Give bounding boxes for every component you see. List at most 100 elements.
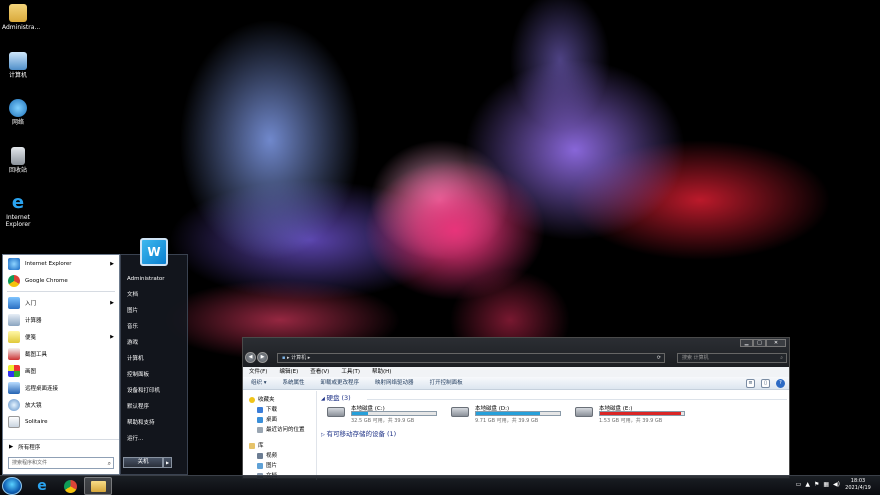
system-drive-icon <box>327 407 345 417</box>
group-title: 有可移动存储的设备 (1) <box>326 430 397 438</box>
forward-button[interactable]: ▶ <box>257 352 268 363</box>
desktop-icon-user-folder[interactable]: Administra... <box>2 4 40 31</box>
start-right-computer[interactable]: 计算机 <box>121 351 187 367</box>
drive-c[interactable]: 本地磁盘 (C:) 32.5 GB 可用，共 39.9 GB <box>327 404 443 426</box>
drive-e[interactable]: 本地磁盘 (E:) 1.53 GB 可用，共 39.9 GB <box>575 404 691 426</box>
submenu-arrow-icon: ▶ <box>110 299 114 306</box>
desktop-icon-internet-explorer[interactable]: e Internet Explorer <box>2 194 34 229</box>
start-right-control-panel[interactable]: 控制面板 <box>121 367 187 383</box>
drive-d[interactable]: 本地磁盘 (D:) 9.71 GB 可用，共 39.9 GB <box>451 404 567 426</box>
shutdown-options-button[interactable]: ▶ <box>163 457 172 468</box>
keyboard-icon[interactable]: ▭ <box>796 481 802 488</box>
nav-desktop[interactable]: 桌面 <box>243 415 316 425</box>
menu-file[interactable]: 文件(F) <box>243 367 273 377</box>
volume-icon[interactable]: ◀) <box>833 481 840 488</box>
magnifier-icon <box>8 398 20 411</box>
start-right-default-programs[interactable]: 默认程序 <box>121 399 187 415</box>
remote-desktop-icon <box>8 381 20 394</box>
start-right-user[interactable]: Administrator <box>121 271 187 287</box>
start-item-internet-explorer[interactable]: Internet Explorer ▶ <box>3 255 119 272</box>
map-network-drive-button[interactable]: 映射网络驱动器 <box>367 377 422 389</box>
start-right-devices-printers[interactable]: 设备和打印机 <box>121 383 187 399</box>
menu-edit[interactable]: 编辑(E) <box>273 367 304 377</box>
explorer-search-input[interactable]: 搜索 计算机 ⌕ <box>677 353 787 363</box>
close-button[interactable]: ✕ <box>766 339 786 347</box>
clock-date: 2021/4/19 <box>845 485 871 491</box>
start-item-label: 画图 <box>25 368 37 375</box>
desktop-icon-network[interactable]: 网络 <box>2 99 34 126</box>
address-bar[interactable]: ▪ ▸ 计算机 ▸ ⟳ <box>277 353 665 363</box>
start-right-music[interactable]: 音乐 <box>121 319 187 335</box>
preview-pane-icon[interactable]: ▯ <box>761 379 770 388</box>
user-avatar[interactable]: W <box>140 238 168 266</box>
start-item-google-chrome[interactable]: Google Chrome <box>3 272 119 289</box>
open-control-panel-button[interactable]: 打开控制面板 <box>422 377 471 389</box>
start-right-run[interactable]: 运行... <box>121 431 187 447</box>
start-item-label: Internet Explorer <box>25 260 72 267</box>
back-button[interactable]: ◀ <box>245 352 256 363</box>
refresh-icon[interactable]: ⟳ <box>657 354 661 362</box>
change-view-icon[interactable]: ≡ <box>746 379 755 388</box>
help-icon[interactable]: ? <box>776 379 785 388</box>
start-search-input[interactable]: 搜索程序和文件 ⌕ <box>8 457 114 469</box>
show-hidden-icons-icon[interactable]: ▲ <box>805 481 810 488</box>
nav-label: 图片 <box>266 463 278 469</box>
start-right-documents[interactable]: 文档 <box>121 287 187 303</box>
start-item-calculator[interactable]: 计算器 <box>3 311 119 328</box>
minimize-button[interactable]: ▁ <box>740 339 753 347</box>
desktop-icon-recycle-bin[interactable]: 回收站 <box>2 147 34 174</box>
all-programs-button[interactable]: ▶ 所有程序 <box>3 439 119 453</box>
start-item-paint[interactable]: 画图 <box>3 362 119 379</box>
address-text[interactable]: 计算机 <box>291 355 306 361</box>
menu-tools[interactable]: 工具(T) <box>335 367 366 377</box>
taskbar-app-chrome[interactable] <box>56 477 84 495</box>
taskbar-app-explorer[interactable] <box>84 477 112 495</box>
window-controls: ▁ □ ✕ <box>740 339 786 347</box>
menu-help[interactable]: 帮助(H) <box>366 367 397 377</box>
desktop-icon-computer[interactable]: 计算机 <box>2 52 34 79</box>
drive-free-space: 32.5 GB 可用，共 39.9 GB <box>351 418 415 424</box>
nav-favorites[interactable]: 收藏夹 <box>243 395 316 405</box>
maximize-button[interactable]: □ <box>753 339 766 347</box>
start-item-magnifier[interactable]: 放大镜 <box>3 396 119 413</box>
drive-usage-fill <box>476 412 540 415</box>
start-right-help-support[interactable]: 帮助和支持 <box>121 415 187 431</box>
group-header-removable[interactable]: ▷ 有可移动存储的设备 (1) <box>321 428 787 440</box>
start-item-getting-started[interactable]: 入门 ▶ <box>3 294 119 311</box>
network-icon[interactable]: ▦ <box>823 481 829 488</box>
start-item-remote-desktop[interactable]: 远程桌面连接 <box>3 379 119 396</box>
nav-label: 下载 <box>266 407 278 413</box>
nav-recent-places[interactable]: 最近访问的位置 <box>243 425 316 435</box>
organize-button[interactable]: 组织 ▾ <box>243 377 275 389</box>
nav-pictures[interactable]: 图片 <box>243 461 316 471</box>
start-item-solitaire[interactable]: Solitaire <box>3 413 119 430</box>
menu-view[interactable]: 查看(V) <box>304 367 335 377</box>
action-center-flag-icon[interactable]: ⚑ <box>814 481 819 488</box>
start-item-snipping-tool[interactable]: 截图工具 <box>3 345 119 362</box>
nav-videos[interactable]: 视频 <box>243 451 316 461</box>
system-properties-button[interactable]: 系统属性 <box>275 377 313 389</box>
start-item-label: Google Chrome <box>25 277 68 284</box>
search-icon: ⌕ <box>780 355 783 361</box>
drive-list: 本地磁盘 (C:) 32.5 GB 可用，共 39.9 GB 本地磁盘 (D:)… <box>327 404 787 426</box>
nav-libraries[interactable]: 库 <box>243 441 316 451</box>
pictures-icon <box>257 463 263 469</box>
shutdown-button[interactable]: 关机 <box>123 457 163 468</box>
start-button[interactable] <box>2 477 22 495</box>
start-right-pictures[interactable]: 图片 <box>121 303 187 319</box>
submenu-arrow-icon: ▶ <box>110 260 114 267</box>
uninstall-program-button[interactable]: 卸载或更改程序 <box>313 377 368 389</box>
desktop-icon-label: 计算机 <box>8 72 27 79</box>
drive-usage-fill <box>600 412 681 415</box>
clock[interactable]: 18:03 2021/4/19 <box>840 478 876 492</box>
group-header-hard-disks[interactable]: ◢ 硬盘 (3) <box>321 393 787 404</box>
taskbar-app-ie[interactable]: e <box>28 477 56 495</box>
start-item-label: Solitaire <box>25 418 48 425</box>
start-right-games[interactable]: 游戏 <box>121 335 187 351</box>
solitaire-icon <box>8 415 20 428</box>
nav-downloads[interactable]: 下载 <box>243 405 316 415</box>
download-folder-icon <box>257 407 263 413</box>
navigation-buttons: ◀ ▶ <box>245 352 269 363</box>
start-item-sticky-notes[interactable]: 便笺 ▶ <box>3 328 119 345</box>
navigation-pane: 收藏夹 下载 桌面 最近访问的位置 库 视频 图片 <box>243 391 317 480</box>
